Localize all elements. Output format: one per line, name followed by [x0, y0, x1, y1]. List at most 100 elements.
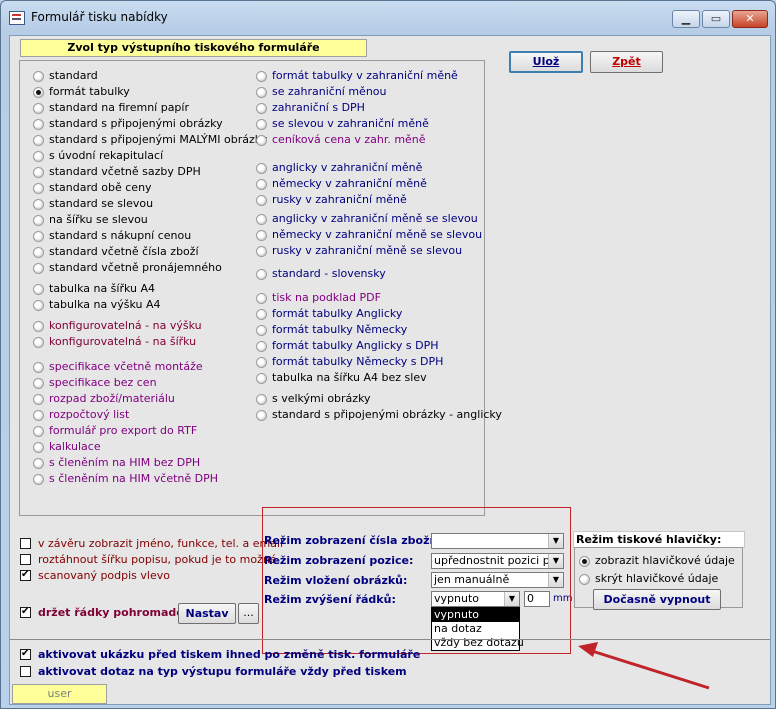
- maximize-button[interactable]: ▭: [702, 10, 730, 28]
- radio-button[interactable]: [256, 119, 267, 130]
- radio-button[interactable]: [256, 394, 267, 405]
- radio-button[interactable]: [33, 410, 44, 421]
- form-option-label: tabulka na výšku A4: [49, 298, 161, 311]
- radio-button[interactable]: [256, 135, 267, 146]
- radio-button[interactable]: [256, 357, 267, 368]
- radio-button[interactable]: [33, 284, 44, 295]
- form-icon: [9, 11, 25, 25]
- radio-button[interactable]: [33, 231, 44, 242]
- save-button[interactable]: Ulož: [509, 51, 583, 73]
- radio-button[interactable]: [256, 195, 267, 206]
- radio-button[interactable]: [256, 214, 267, 225]
- checkbox-box[interactable]: [20, 538, 31, 549]
- form-option-label: zahraniční s DPH: [272, 101, 365, 114]
- ukazka-checkbox-box[interactable]: [20, 647, 31, 661]
- radio-button[interactable]: [33, 474, 44, 485]
- radio-button[interactable]: [256, 179, 267, 190]
- form-option-label: standard s připojenými MALÝMI obrázky: [49, 133, 268, 146]
- form-option-label: tabulka na šířku A4 bez slev: [272, 371, 427, 384]
- form-option-label: s členěním na HIM bez DPH: [49, 456, 201, 469]
- radio-button[interactable]: [256, 103, 267, 114]
- radio-button[interactable]: [33, 119, 44, 130]
- radio-button[interactable]: [33, 151, 44, 162]
- form-option-label: formát tabulky: [49, 85, 130, 98]
- nastav-button[interactable]: Nastav: [178, 603, 236, 624]
- form-option-label: standard včetně sazby DPH: [49, 165, 201, 178]
- form-option-label: se zahraniční měnou: [272, 85, 387, 98]
- checkbox-label: roztáhnout šířku popisu, pokud je to mož…: [38, 553, 277, 566]
- form-option-label: s úvodní rekapitulací: [49, 149, 164, 162]
- radio-button[interactable]: [33, 458, 44, 469]
- radio-button[interactable]: [33, 442, 44, 453]
- radio-button[interactable]: [33, 199, 44, 210]
- radio-button[interactable]: [256, 87, 267, 98]
- back-button[interactable]: Zpět: [590, 51, 663, 73]
- form-option-label: standard - slovensky: [272, 267, 386, 280]
- client-area: Zvol typ výstupního tiskového formuláře …: [9, 35, 771, 705]
- radio-button[interactable]: [256, 246, 267, 257]
- radio-button[interactable]: [33, 362, 44, 373]
- form-option-label: německy v zahraniční měně: [272, 177, 427, 190]
- form-option-label: specifikace včetně montáže: [49, 360, 203, 373]
- radio-button[interactable]: [33, 167, 44, 178]
- hlavicka-title: Režim tiskové hlavičky:: [573, 531, 745, 548]
- form-option-label: se slevou v zahraniční měně: [272, 117, 429, 130]
- hlavicka-option-label: skrýt hlavičkové údaje: [595, 572, 719, 585]
- radio-button[interactable]: [256, 309, 267, 320]
- ellipsis-button[interactable]: ...: [238, 603, 259, 624]
- radio-button[interactable]: [256, 293, 267, 304]
- radio-button[interactable]: [33, 135, 44, 146]
- radio-button[interactable]: [256, 71, 267, 82]
- radio-button[interactable]: [256, 341, 267, 352]
- drzet-checkbox-box[interactable]: [20, 605, 31, 619]
- radio-button[interactable]: [33, 300, 44, 311]
- radio-button[interactable]: [33, 321, 44, 332]
- form-option-label: standard: [49, 69, 98, 82]
- radio-button[interactable]: [33, 263, 44, 274]
- radio-button[interactable]: [33, 103, 44, 114]
- form-option-label: formát tabulky Německy: [272, 323, 408, 336]
- form-option-label: standard obě ceny: [49, 181, 152, 194]
- radio-button[interactable]: [33, 87, 44, 98]
- checkbox-box[interactable]: [20, 568, 31, 582]
- title-bar[interactable]: Formulář tisku nabídky ▁ ▭ ✕: [1, 1, 775, 35]
- form-option-label: standard s nákupní cenou: [49, 229, 192, 242]
- form-option-label: ceníková cena v zahr. měně: [272, 133, 426, 146]
- radio-button[interactable]: [33, 71, 44, 82]
- radio-button[interactable]: [256, 373, 267, 384]
- form-option-label: standard na firemní papír: [49, 101, 189, 114]
- form-option-label: formát tabulky v zahraniční měně: [272, 69, 458, 82]
- form-option-label: konfigurovatelná - na výšku: [49, 319, 202, 332]
- checkbox-box[interactable]: [20, 554, 31, 565]
- form-option-label: rusky v zahraniční měně se slevou: [272, 244, 463, 257]
- close-button[interactable]: ✕: [732, 10, 768, 28]
- radio-button[interactable]: [33, 247, 44, 258]
- form-type-group: standard formát tabulky standard na firemn…: [19, 60, 502, 516]
- form-option-label: standard včetně pronájemného: [49, 261, 222, 274]
- form-option-label: standard se slevou: [49, 197, 154, 210]
- radio-button[interactable]: [33, 394, 44, 405]
- form-type-header: Zvol typ výstupního tiskového formuláře: [20, 39, 367, 57]
- user-tab: user: [12, 684, 107, 704]
- radio-button[interactable]: [579, 574, 590, 585]
- radio-button[interactable]: [256, 410, 267, 421]
- radio-button[interactable]: [33, 183, 44, 194]
- docasne-vypnout-button[interactable]: Dočasně vypnout: [593, 589, 721, 610]
- form-option-label: kalkulace: [49, 440, 101, 453]
- form-option-label: s velkými obrázky: [272, 392, 371, 405]
- radio-button[interactable]: [256, 163, 267, 174]
- form-option-label: standard s připojenými obrázky - anglick…: [272, 408, 502, 421]
- radio-button[interactable]: [256, 269, 267, 280]
- radio-button[interactable]: [33, 337, 44, 348]
- form-option-label: konfigurovatelná - na šířku: [49, 335, 197, 348]
- radio-button[interactable]: [33, 215, 44, 226]
- radio-button[interactable]: [579, 556, 590, 567]
- radio-button[interactable]: [33, 426, 44, 437]
- form-option-label: německy v zahraniční měně se slevou: [272, 228, 483, 241]
- form-option-label: formulář pro export do RTF: [49, 424, 198, 437]
- radio-button[interactable]: [33, 378, 44, 389]
- minimize-button[interactable]: ▁: [672, 10, 700, 28]
- radio-button[interactable]: [256, 325, 267, 336]
- dotaz-checkbox-box[interactable]: [20, 666, 31, 677]
- radio-button[interactable]: [256, 230, 267, 241]
